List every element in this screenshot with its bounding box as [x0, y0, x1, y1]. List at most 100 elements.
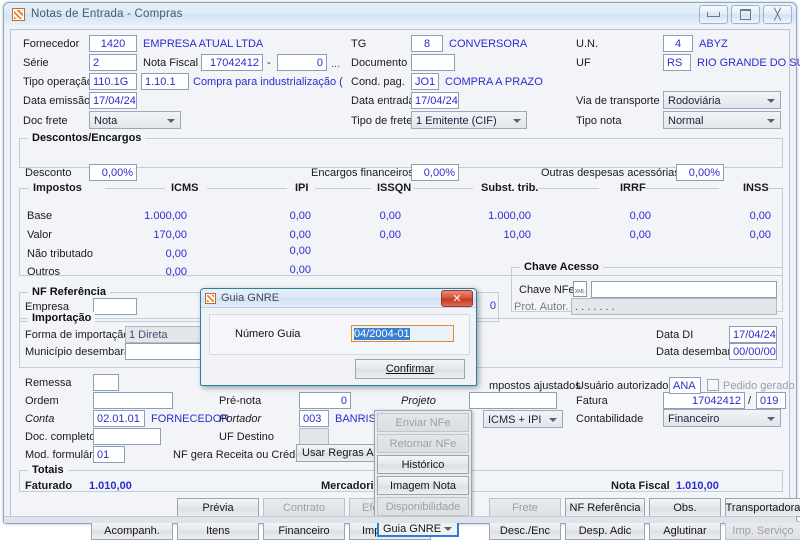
status-bar: [4, 516, 796, 523]
button-label: Transportadora: [725, 501, 800, 514]
un-code-input[interactable]: 4: [663, 35, 693, 52]
aglutinar-button[interactable]: Aglutinar: [649, 521, 721, 540]
minimize-button[interactable]: [699, 5, 728, 24]
fatura-input[interactable]: 17042412: [663, 392, 745, 409]
button-label: Contrato: [282, 501, 326, 514]
title-bar: Notas de Entrada - Compras ╳: [4, 3, 796, 26]
contrato-button: Contrato: [263, 498, 345, 517]
cond-pag-code-input[interactable]: JO1: [411, 73, 439, 90]
menu-item-enviar-nfe: Enviar NFe: [377, 413, 469, 432]
fatura-label: Fatura: [576, 395, 608, 407]
maximize-button[interactable]: [731, 5, 760, 24]
tg-label: TG: [351, 38, 367, 50]
doc-completo-label: Doc. completo: [25, 431, 96, 443]
projeto-input[interactable]: [469, 392, 557, 409]
acompanh-button[interactable]: Acompanh.: [91, 521, 173, 540]
nota-fiscal-sub-input[interactable]: 0: [277, 54, 327, 71]
doc-frete-label: Doc frete: [23, 115, 68, 127]
ordem-input[interactable]: [93, 392, 173, 409]
doc-frete-select[interactable]: Nota: [89, 111, 181, 129]
encargos-financeiros-input[interactable]: 0,00%: [411, 164, 459, 181]
tipo-frete-select[interactable]: 1 Emitente (CIF): [411, 111, 527, 129]
impostos-col-subst-trib: Subst. trib.: [477, 182, 543, 194]
cond-pag-name: COMPRA A PRAZO: [445, 76, 543, 88]
menu-item-label: Imagem Nota: [389, 479, 457, 492]
impostos-row-label: Não tributado: [27, 248, 94, 260]
dialog-title-bar: Guia GNRE ✕: [201, 289, 476, 308]
financeiro-button[interactable]: Financeiro: [263, 521, 345, 540]
transportadora-button[interactable]: Transportadora: [725, 498, 800, 517]
data-di-input[interactable]: 17/04/24: [729, 326, 777, 343]
impostos-cell: 10,00: [503, 229, 531, 241]
impostos-cell: 0,00: [629, 229, 651, 241]
data-desembaraco-input[interactable]: 00/00/00: [729, 343, 777, 360]
contabilidade-select[interactable]: Financeiro: [663, 409, 781, 427]
button-label: Desp. Adic: [578, 524, 632, 537]
close-button[interactable]: ╳: [763, 5, 792, 24]
numero-guia-input[interactable]: 04/2004-01: [351, 325, 454, 342]
outras-despesas-input[interactable]: 0,00%: [676, 164, 724, 181]
doc-completo-input[interactable]: [93, 428, 161, 445]
button-label: Frete: [512, 501, 538, 514]
remessa-input[interactable]: [93, 374, 119, 391]
tipo-nota-select[interactable]: Normal: [663, 111, 781, 129]
nf-referencia-empresa-input[interactable]: [93, 298, 137, 315]
conta-label: Conta: [25, 413, 55, 425]
cond-pag-label: Cond. pag.: [351, 76, 405, 88]
dialog-close-button[interactable]: ✕: [441, 290, 473, 307]
chave-nfe-input[interactable]: [591, 281, 777, 298]
impostos-cell: 0,00: [289, 264, 311, 276]
mod-formulario-input[interactable]: 01: [93, 446, 125, 463]
usuario-autorizado-input[interactable]: ANA: [669, 377, 701, 394]
xml-file-icon[interactable]: XML: [573, 281, 587, 297]
impostos-cell: 0,00: [379, 210, 401, 222]
menu-item-historico[interactable]: Histórico: [377, 455, 469, 474]
conta-input[interactable]: 02.01.01: [93, 410, 145, 427]
nota-fiscal-total-value: 1.010,00: [676, 480, 719, 492]
obs-button[interactable]: Obs.: [649, 498, 721, 517]
portador-label: Portador: [219, 413, 262, 425]
itens-button[interactable]: Itens: [177, 521, 259, 540]
confirmar-button[interactable]: Confirmar: [355, 359, 465, 379]
ordem-label: Ordem: [25, 395, 59, 407]
nf-referencia-button[interactable]: NF Referência: [565, 498, 645, 517]
dialog-app-icon: [205, 292, 216, 304]
portador-input[interactable]: 003: [299, 410, 329, 427]
impostos-col-ipi: IPI: [291, 182, 313, 194]
desconto-input[interactable]: 0,00%: [89, 164, 137, 181]
fatura-seq-input[interactable]: 019: [756, 392, 786, 409]
descontos-encargos-caption: Descontos/Encargos: [28, 132, 146, 144]
documento-label: Documento: [351, 57, 408, 69]
prot-autor-label: Prot. Autor.: [514, 301, 569, 313]
uf-destino-label: UF Destino: [219, 431, 275, 443]
menu-item-label: Histórico: [401, 458, 445, 471]
documento-input[interactable]: [411, 54, 455, 71]
un-name: ABYZ: [699, 38, 728, 50]
pedido-gerado-checkbox[interactable]: [707, 379, 719, 391]
tg-code-input[interactable]: 8: [411, 35, 443, 52]
impostos-cell: 0,00: [379, 229, 401, 241]
tipo-operacao-b-input[interactable]: 1.10.1: [141, 73, 189, 90]
uf-code-input[interactable]: RS: [663, 54, 691, 71]
icms-ipi-select[interactable]: ICMS + IPI: [483, 410, 563, 428]
tipo-operacao-a-input[interactable]: 110.1G: [89, 73, 137, 90]
data-entrada-label: Data entrada: [351, 95, 415, 107]
menu-item-imagem-nota[interactable]: Imagem Nota: [377, 476, 469, 495]
fornecedor-code-input[interactable]: 1420: [89, 35, 137, 52]
desc-enc-button[interactable]: Desc./Enc: [489, 521, 561, 540]
data-di-label: Data DI: [656, 329, 694, 341]
fornecedor-label: Fornecedor: [23, 38, 80, 50]
previa-button[interactable]: Prévia: [177, 498, 259, 517]
menu-item-label: Retornar NFe: [389, 437, 457, 450]
data-entrada-input[interactable]: 17/04/24: [411, 92, 459, 109]
via-transporte-select[interactable]: Rodoviária: [663, 91, 781, 109]
uf-destino-input[interactable]: [299, 428, 329, 445]
data-emissao-input[interactable]: 17/04/24: [89, 92, 137, 109]
uf-label: UF: [576, 57, 591, 69]
nota-fiscal-input[interactable]: 17042412: [201, 54, 263, 71]
usuario-autorizado-label: Usuário autorizado: [576, 380, 669, 392]
serie-input[interactable]: 2: [89, 54, 137, 71]
pre-nota-input[interactable]: 0: [299, 392, 351, 409]
nota-fiscal-ellipsis-button[interactable]: ...: [331, 58, 340, 70]
desp-adic-button[interactable]: Desp. Adic: [565, 521, 645, 540]
